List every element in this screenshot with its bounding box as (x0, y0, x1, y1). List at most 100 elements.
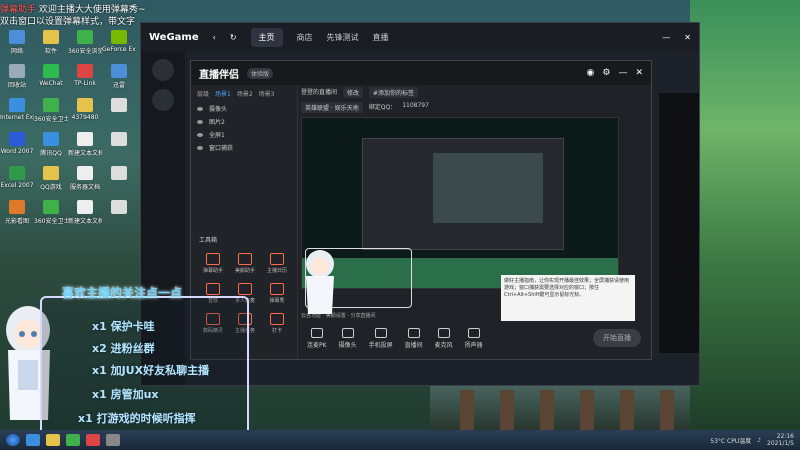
live-assistant-window[interactable]: 直播伴侣 体验版 ◉ ⚙ — ✕ 层级 场景1 场景2 场景3 摄像头 图片2 … (190, 60, 652, 360)
app-icon (43, 30, 59, 44)
live-room-button[interactable]: 直播间 (405, 327, 423, 349)
desktop-icon[interactable]: Excel 2007 (0, 166, 34, 200)
source-item[interactable]: 摄像头 (191, 102, 297, 115)
danmu-hint-line: 双击窗口以设置弹幕样式，带文字 (0, 17, 136, 27)
source-item[interactable]: 全屏1 (191, 128, 297, 141)
camera-button[interactable]: 摄像头 (339, 327, 357, 349)
desktop-icon[interactable]: TP-Link (68, 64, 102, 98)
speaker-button[interactable]: 扬声器 (465, 327, 483, 349)
desktop-icon[interactable]: 360安全卫士 (34, 98, 68, 132)
desktop-icon[interactable]: WeChat (34, 64, 68, 98)
desktop-icon-label: TP-Link (74, 80, 96, 87)
source-item[interactable]: 图片2 (191, 115, 297, 128)
desktop-icon-label: WeChat (39, 80, 63, 87)
desktop-icon[interactable]: 迅雷 (102, 64, 136, 98)
desktop-icon[interactable]: Word 2007 (0, 132, 34, 166)
start-live-button[interactable]: 开始直播 (593, 329, 641, 347)
tool-icon (270, 313, 284, 325)
desktop-icon-label: 网络 (10, 48, 23, 55)
desktop-icon[interactable]: 光影看图 (0, 200, 34, 234)
app-icon (9, 64, 25, 78)
microphone-icon (437, 327, 450, 338)
desktop-icon[interactable]: 网络 (0, 30, 34, 64)
desktop-icon-label: 腾讯QQ (40, 150, 62, 157)
app-icon (43, 98, 59, 112)
tool-item[interactable]: 弹幕助手 (197, 253, 229, 283)
room-edit-button[interactable]: 修改 (343, 87, 364, 98)
desktop-icon[interactable] (102, 166, 136, 200)
refresh-icon[interactable]: ↻ (230, 33, 237, 42)
eye-icon[interactable] (197, 119, 203, 124)
tab-live[interactable]: 直播 (373, 32, 389, 43)
tab-layers[interactable]: 层级 (197, 89, 209, 98)
wegame-logo: WeGame (149, 31, 199, 43)
app-icon (77, 98, 93, 112)
tab-scene-3[interactable]: 场景3 (259, 89, 275, 98)
desktop-icon-label: 360安全浏览器 (68, 48, 102, 55)
game-icon[interactable] (152, 89, 174, 111)
category-select[interactable]: 英雄联盟 · 娱乐天地 (301, 102, 363, 113)
game-icon[interactable] (152, 59, 174, 81)
desktop-icon[interactable]: 软件 (34, 30, 68, 64)
browser-icon[interactable] (26, 434, 40, 446)
app-icon (9, 166, 25, 180)
window-minimize-icon[interactable]: — (662, 33, 670, 42)
app-icon[interactable] (66, 434, 80, 446)
desktop-icon[interactable] (102, 200, 136, 234)
window-close-icon[interactable]: ✕ (684, 33, 691, 42)
app-icon (43, 200, 59, 214)
eye-icon[interactable] (197, 145, 203, 150)
start-icon[interactable] (6, 434, 20, 446)
phone-cast-button[interactable]: 手机投屏 (369, 327, 393, 349)
source-item[interactable]: 窗口捕获 (191, 141, 297, 154)
tool-label: 打卡 (271, 328, 282, 334)
window-minimize-icon[interactable]: — (618, 68, 627, 78)
eye-icon[interactable] (197, 106, 203, 111)
desktop-icon-label: 4379480 (71, 114, 99, 121)
desktop-icon[interactable]: Internet Explorer (0, 98, 34, 132)
clock[interactable]: 22:16 2021/1/5 (767, 433, 794, 447)
app-icon (43, 64, 59, 78)
tab-pioneer-test[interactable]: 先锋测试 (327, 32, 359, 43)
room-tag[interactable]: #添加你的标签 (369, 87, 419, 98)
desktop-icon-label: 软件 (44, 48, 57, 55)
desktop-icon[interactable]: 新建文本文档 (68, 200, 102, 234)
desktop-wallpaper-dock (430, 380, 690, 430)
desktop-icon[interactable]: 4379480 (68, 98, 102, 132)
eye-icon[interactable] (197, 132, 203, 137)
tab-scene-2[interactable]: 场景2 (237, 89, 253, 98)
tab-home[interactable]: 主页 (250, 27, 283, 47)
window-close-icon[interactable]: ✕ (635, 68, 643, 78)
desktop-icon[interactable] (102, 98, 136, 132)
tool-item[interactable]: 打卡 (261, 313, 293, 343)
desktop-icon[interactable]: 服务器文档 (68, 166, 102, 200)
tab-scene-1[interactable]: 场景1 (215, 89, 231, 98)
settings-icon[interactable]: ⚙ (602, 68, 610, 78)
desktop-icon[interactable]: 360安全浏览器 (68, 30, 102, 64)
tool-item[interactable]: 美颜助手 (229, 253, 261, 283)
tool-item[interactable]: 主播日历 (261, 253, 293, 283)
desktop-icon[interactable]: 360安全卫士 (34, 200, 68, 234)
pk-button[interactable]: 连麦PK (307, 327, 327, 349)
desktop-icon[interactable]: 新建文本文档 (68, 132, 102, 166)
tool-item[interactable]: 弹幕秀 (261, 283, 293, 313)
tab-store[interactable]: 商店 (297, 32, 313, 43)
desktop-icon[interactable]: QQ游戏 (34, 166, 68, 200)
microphone-button[interactable]: 麦克风 (435, 327, 453, 349)
desktop-icon[interactable]: 腾讯QQ (34, 132, 68, 166)
desktop-icon-label: 光影看图 (4, 218, 29, 225)
desktop-icon[interactable]: GeForce Experience (102, 30, 136, 64)
tool-icon (270, 283, 284, 295)
volume-icon[interactable]: ♪ (757, 437, 761, 444)
desktop-icon-label: 360安全卫士 (34, 116, 68, 123)
back-icon[interactable]: ‹ (213, 33, 216, 42)
qq-value: 1108797 (402, 102, 429, 109)
desktop-icon-label: GeForce Experience (102, 46, 136, 53)
app-icon[interactable] (86, 434, 100, 446)
desktop-icon[interactable] (102, 132, 136, 166)
avatar[interactable]: ◉ (587, 68, 595, 78)
tool-icon (206, 253, 220, 265)
folder-icon[interactable] (46, 434, 60, 446)
desktop-icon[interactable]: 回收站 (0, 64, 34, 98)
app-icon[interactable] (106, 434, 120, 446)
